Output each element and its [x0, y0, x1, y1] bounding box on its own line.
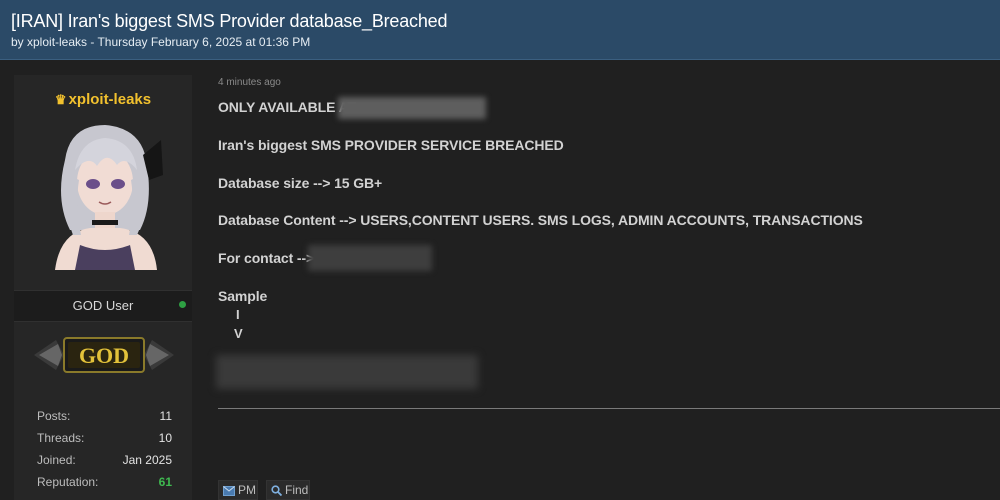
stat-posts: Posts: 11	[37, 405, 172, 427]
envelope-icon	[223, 486, 235, 496]
post-line-content: Database Content --> USERS,CONTENT USERS…	[218, 212, 863, 228]
crown-icon: ♛	[54, 92, 67, 107]
post-line-size: Database size --> 15 GB+	[218, 175, 383, 191]
post-body: 4 minutes ago ONLY AVAILABLE AT Iran's b…	[216, 75, 1000, 500]
svg-text:GOD: GOD	[79, 343, 129, 368]
stat-value: 10	[158, 431, 172, 445]
post-timestamp[interactable]: 4 minutes ago	[218, 77, 281, 88]
post-line-available: ONLY AVAILABLE AT	[218, 99, 357, 115]
rank-badge: GOD	[34, 330, 174, 380]
stat-threads: Threads: 10	[37, 427, 172, 449]
user-panel: ♛ xploit-leaks GOD User GOD Posts: 11 Th…	[14, 75, 192, 500]
online-status-icon	[179, 301, 186, 308]
find-label: Find	[285, 483, 309, 497]
pm-button[interactable]: PM	[218, 480, 258, 500]
user-stats: Posts: 11 Threads: 10 Joined: Jan 2025 R…	[37, 405, 172, 493]
avatar[interactable]	[45, 120, 165, 270]
pm-label: PM	[238, 483, 256, 497]
avatar-image	[55, 125, 163, 270]
post-divider	[218, 408, 1000, 409]
post-line-headline: Iran's biggest SMS PROVIDER SERVICE BREA…	[218, 137, 564, 153]
redacted-contact	[308, 245, 432, 271]
arrow-head: V	[234, 326, 243, 341]
stat-label: Reputation:	[37, 475, 99, 489]
username[interactable]: ♛ xploit-leaks	[14, 91, 192, 108]
stat-label: Threads:	[37, 431, 85, 445]
stat-label: Posts:	[37, 409, 71, 423]
thread-header: [IRAN] Iran's biggest SMS Provider datab…	[0, 0, 1000, 60]
post-line-sample: Sample	[218, 288, 268, 304]
thread-meta: by xploit-leaks - Thursday February 6, 2…	[11, 35, 311, 49]
stat-value: 11	[159, 409, 172, 423]
redacted-sample-link	[216, 355, 478, 389]
find-button[interactable]: Find	[266, 480, 310, 500]
rank-title: GOD User	[72, 298, 134, 313]
post-line-contact: For contact -->	[218, 250, 315, 266]
search-icon	[271, 485, 283, 497]
stat-reputation: Reputation: 61	[37, 471, 172, 493]
username-label: xploit-leaks	[68, 91, 152, 108]
stat-value: Jan 2025	[122, 453, 172, 467]
thread-title[interactable]: [IRAN] Iran's biggest SMS Provider datab…	[11, 11, 447, 32]
reputation-value[interactable]: 61	[159, 475, 172, 489]
stat-label: Joined:	[37, 453, 76, 467]
redacted-link	[338, 97, 486, 119]
stat-joined: Joined: Jan 2025	[37, 449, 172, 471]
rank-row: GOD User	[14, 290, 192, 322]
arrow-stem: I	[236, 307, 240, 322]
god-badge-icon: GOD	[34, 337, 174, 373]
